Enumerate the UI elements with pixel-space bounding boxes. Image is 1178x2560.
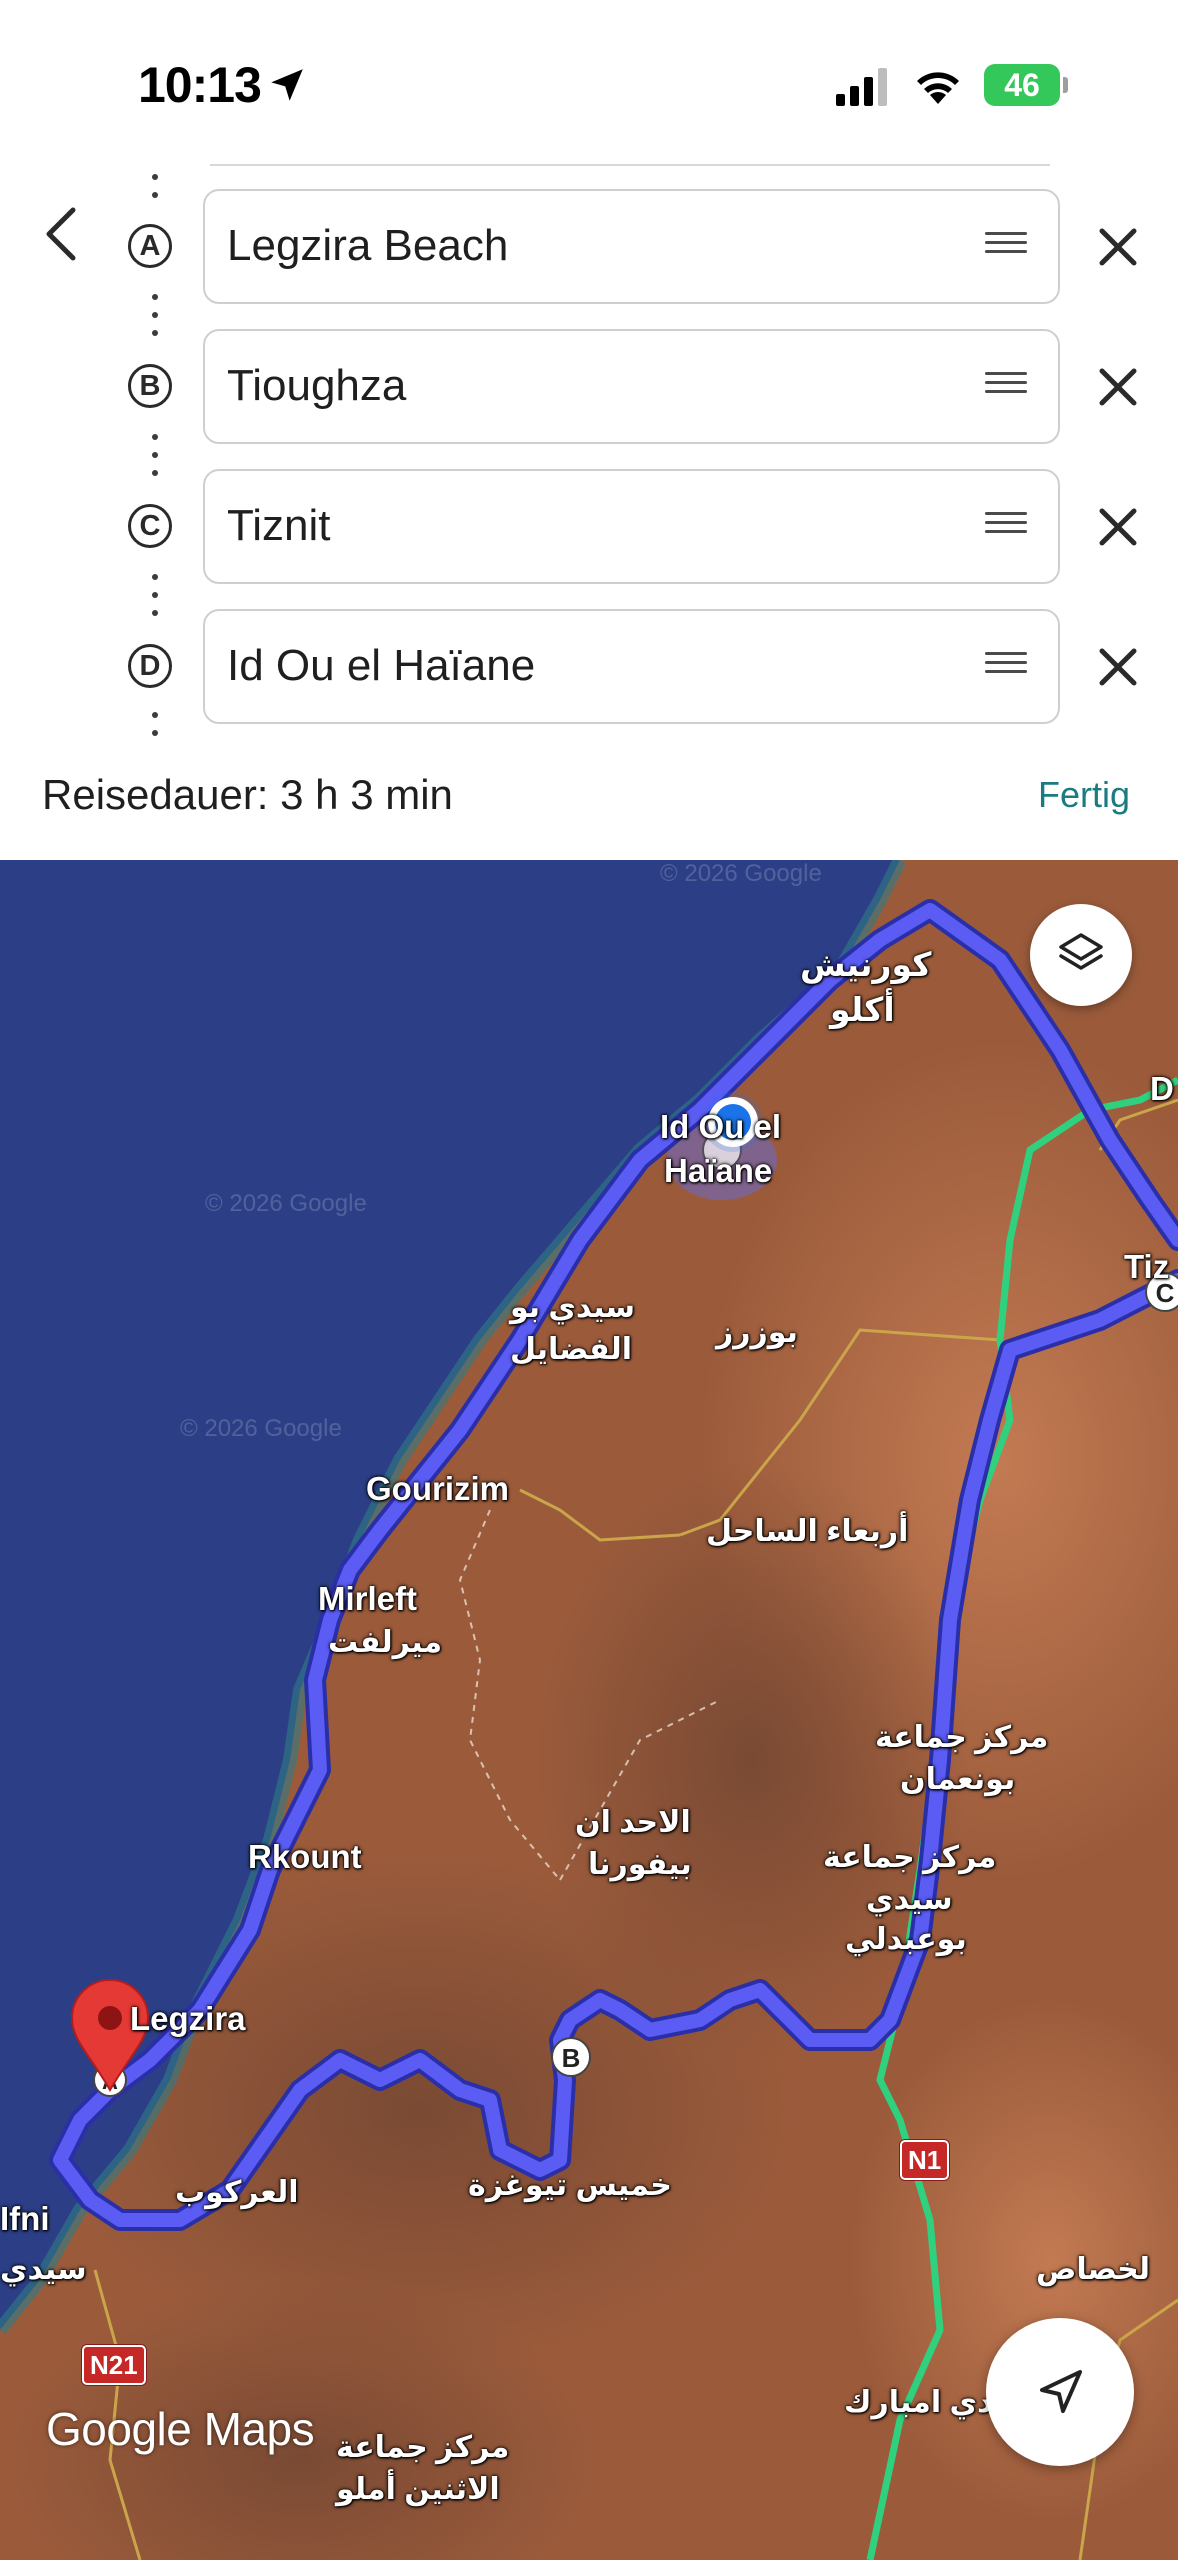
map-label: لخصاص [1036, 2253, 1151, 2286]
map-label: الاحد ان [575, 1806, 691, 1839]
stop-name: Legzira Beach [227, 221, 509, 270]
recenter-button[interactable] [986, 2318, 1134, 2466]
stop-row-d: D Id Ou el Haïane [0, 609, 1178, 727]
stop-name: Tiznit [227, 501, 331, 550]
stop-row-b: B Tioughza [0, 329, 1178, 447]
stop-name: Tioughza [227, 361, 407, 410]
google-maps-logo: Google Maps [46, 2403, 315, 2455]
drag-handle-icon[interactable] [985, 232, 1027, 260]
map-label: Legzira [130, 2000, 246, 2037]
stop-row-a: A Legzira Beach [0, 189, 1178, 307]
stop-input[interactable]: Tioughza [203, 329, 1060, 444]
map-label: Tiz [1124, 1248, 1170, 1285]
map-label: خميس تيوغزة [468, 2169, 672, 2202]
route-summary: Reisedauer: 3 h 3 min Fertig [0, 760, 1178, 858]
stop-name: Id Ou el Haïane [227, 641, 536, 690]
route-panel: A Legzira Beach B Tioughza C Tiznit D Id… [0, 160, 1178, 860]
battery-level: 46 [1004, 67, 1040, 103]
stop-input[interactable]: Id Ou el Haïane [203, 609, 1060, 724]
close-icon[interactable] [1090, 219, 1146, 275]
travel-duration: Reisedauer: 3 h 3 min [42, 771, 453, 818]
map-label: كورنيش [800, 946, 932, 983]
stop-badge: B [128, 364, 172, 408]
map-label: ميرلفت [328, 1626, 443, 1659]
map-label: Haïane [664, 1152, 773, 1189]
close-icon[interactable] [1090, 639, 1146, 695]
top-divider [210, 164, 1050, 166]
road-shield-n21: N21 [82, 2345, 146, 2385]
map-canvas: B C A [0, 860, 1178, 2560]
stop-input[interactable]: Tiznit [203, 469, 1060, 584]
status-time: 10:13 [138, 57, 262, 113]
map-label: مركز جماعة [875, 1721, 1049, 1754]
road-shield-n1: N1 [900, 2140, 950, 2180]
map-watermark: © 2026 Google [660, 860, 822, 887]
map-label: الاثنين أملو [336, 2473, 500, 2506]
map-view[interactable]: B C A © 2026 Google © 2026 Google © 2026… [0, 860, 1178, 2560]
map-label: سيدي بو [510, 1291, 635, 1324]
stop-badge: D [128, 644, 172, 688]
battery-indicator: 46 [984, 64, 1068, 106]
map-label: أكلو [830, 991, 895, 1028]
done-button[interactable]: Fertig [1038, 760, 1130, 830]
close-icon[interactable] [1090, 359, 1146, 415]
map-label: Gourizim [366, 1470, 510, 1507]
cellular-signal-icon [836, 68, 887, 106]
map-label: Id Ou el [660, 1108, 782, 1145]
navigation-arrow-icon [1040, 2370, 1082, 2413]
map-watermark: © 2026 Google [180, 1415, 342, 1442]
map-label: الفضايل [510, 1333, 633, 1366]
close-icon[interactable] [1090, 499, 1146, 555]
map-label: Mirleft [318, 1580, 417, 1617]
map-label: بوزرز [716, 1316, 798, 1349]
layers-button[interactable] [1030, 904, 1132, 1006]
map-label: أربعاء الساحل [706, 1515, 909, 1548]
map-label: Ifni [0, 2200, 50, 2237]
map-label: مركز جماعة [336, 2431, 510, 2464]
map-label: D [1150, 1070, 1174, 1107]
battery-cap [1063, 77, 1068, 93]
map-label: بوعبدلي [845, 1923, 967, 1956]
drag-handle-icon[interactable] [985, 512, 1027, 540]
drag-handle-icon[interactable] [985, 652, 1027, 680]
map-label: سيدي [866, 1883, 953, 1916]
stop-badge: A [128, 224, 172, 268]
map-watermark: © 2026 Google [205, 1190, 367, 1217]
map-label: العركوب [175, 2176, 299, 2209]
map-label: بيفورنا [588, 1848, 692, 1881]
waypoint-b-marker[interactable]: B [551, 2037, 591, 2077]
map-label: Rkount [248, 1838, 362, 1875]
layers-icon [1059, 933, 1103, 970]
status-bar: 10:13 46 [0, 0, 1178, 170]
stop-badge: C [128, 504, 172, 548]
stop-input[interactable]: Legzira Beach [203, 189, 1060, 304]
stop-row-c: C Tiznit [0, 469, 1178, 587]
location-arrow-icon [271, 69, 303, 101]
svg-text:B: B [562, 2043, 581, 2073]
wifi-icon [917, 72, 959, 104]
map-label: بونعمان [900, 1763, 1016, 1796]
map-label: سيدي [0, 2253, 87, 2286]
drag-handle-icon[interactable] [985, 372, 1027, 400]
map-label: مركز جماعة [823, 1841, 997, 1874]
